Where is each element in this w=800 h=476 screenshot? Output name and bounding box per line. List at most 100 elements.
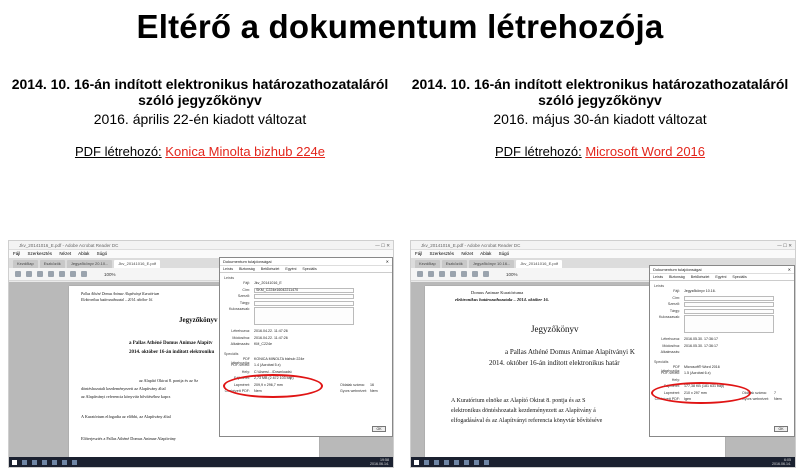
tab-home[interactable]: Kezdőlap [415,260,440,268]
subject-field[interactable] [684,308,774,314]
menu-item[interactable]: Szerkesztés [28,251,53,256]
left-creator: PDF létrehozó: Konica Minolta bizhub 224… [0,144,400,159]
next-page-icon[interactable] [59,271,65,277]
author-field[interactable] [254,294,354,299]
taskbar-app-icon[interactable] [22,459,27,465]
dialog-tab[interactable]: Egyéni [715,275,726,279]
taskbar-clock: 6:05 2016.06.14. [772,458,791,466]
highlight-oval [223,374,323,398]
zoom-out-icon[interactable] [81,271,87,277]
window-controls-icon[interactable]: — ☐ ✕ [375,241,390,250]
tab-tools[interactable]: Eszközök [39,260,65,268]
pdf-version-value: 1.4 (Acrobat 5.x) [254,363,281,367]
close-icon[interactable]: ✕ [386,258,389,266]
tab-document-active[interactable]: Jkv_20141016_E.pdf [516,260,562,268]
menu-item[interactable]: Nézet [59,251,71,256]
tab-document[interactable]: Jegyzőkönyv 10.16... [468,260,515,268]
menu-item[interactable]: Súgó [97,251,108,256]
page-header: Pallas Athéné Domus Animae Alapítványi K… [81,292,160,296]
left-column: 2014. 10. 16-án indított elektronikus ha… [0,76,400,159]
start-icon[interactable] [12,459,17,465]
ok-button[interactable]: OK [372,426,386,432]
menu-item[interactable]: Fájl [415,251,422,256]
dialog-tab[interactable]: Leírás [223,267,233,271]
field-label: Létrehozva: [661,337,680,341]
select-icon[interactable] [472,271,478,277]
field-label: Szerző: [667,302,680,306]
taskbar-app-icon[interactable] [52,459,57,465]
close-icon[interactable]: ✕ [788,266,791,274]
dialog-tab[interactable]: Betűkészlet [261,267,280,271]
page-line: a Pallas Athéné Domus Animae Alapítv [129,341,213,346]
page-para: elfogadásával és az Alapítványi referenc… [451,418,603,424]
start-icon[interactable] [414,459,419,465]
zoom-level[interactable]: 100% [506,272,518,277]
subject-field[interactable] [254,300,354,306]
taskbar-app-icon[interactable] [484,459,489,465]
field-label: Létrehozva: [231,329,250,333]
dialog-titlebar: Dokumentum tulajdonságai ✕ [650,266,794,274]
prev-page-icon[interactable] [450,271,456,277]
taskbar-app-icon[interactable] [424,459,429,465]
tab-document[interactable]: Jegyzőkönyv 20.10... [66,260,113,268]
tab-document-active[interactable]: Jkv_20141016_E.pdf [114,260,160,268]
page-heading: Jegyzőkönyv [531,324,579,334]
taskbar-app-icon[interactable] [32,459,37,465]
menu-item[interactable]: Ablak [78,251,89,256]
menu-item[interactable]: Súgó [499,251,510,256]
menu-item[interactable]: Nézet [461,251,473,256]
search-icon[interactable] [439,271,445,277]
left-taskbar: 19:58 2016.06.14. [9,457,393,467]
highlight-oval [651,382,751,404]
taskbar-app-icon[interactable] [474,459,479,465]
next-page-icon[interactable] [461,271,467,277]
page-para: az Alapító Okirat 8. pontja és az Sz [139,378,199,383]
page-para: A Kuratórium elfogadta az előbbi, az Ala… [81,414,171,419]
taskbar-app-icon[interactable] [454,459,459,465]
field-label: Módosítva: [232,335,250,340]
print-icon[interactable] [428,271,434,277]
taskbar-app-icon[interactable] [62,459,67,465]
taskbar-app-icon[interactable] [72,459,77,465]
search-icon[interactable] [37,271,43,277]
title-field[interactable] [684,295,774,301]
save-icon[interactable] [15,271,21,277]
ok-button[interactable]: OK [774,426,788,432]
fast-web-view-value: Nem [774,397,782,401]
fast-web-view-value: Nem [370,389,378,393]
zoom-level[interactable]: 100% [104,272,116,277]
taskbar-app-icon[interactable] [42,459,47,465]
zoom-out-icon[interactable] [483,271,489,277]
left-doc-title-line1: 2014. 10. 16-án indított elektronikus ha… [11,76,389,92]
window-controls-icon[interactable]: — ☐ ✕ [777,241,792,250]
dialog-tab[interactable]: Leírás [653,275,663,279]
page-header: Domus Animae Kuratóriuma [471,290,524,295]
select-icon[interactable] [70,271,76,277]
page-para: döntéshozatalt kezdeményezett az Alapítv… [81,386,166,391]
save-icon[interactable] [417,271,423,277]
keywords-field[interactable] [254,307,354,325]
menu-item[interactable]: Szerkesztés [430,251,455,256]
author-field[interactable] [684,302,774,307]
application-value: KM_C224e [254,342,272,346]
menu-item[interactable]: Fájl [13,251,20,256]
right-taskbar: 6:05 2016.06.14. [411,457,795,467]
keywords-field[interactable] [684,315,774,333]
taskbar-app-icon[interactable] [434,459,439,465]
dialog-tab[interactable]: Speciális [302,267,316,271]
print-icon[interactable] [26,271,32,277]
dialog-tab[interactable]: Speciális [732,275,746,279]
tab-home[interactable]: Kezdőlap [13,260,38,268]
dialog-tab[interactable]: Egyéni [285,267,296,271]
taskbar-app-icon[interactable] [464,459,469,465]
right-column: 2014. 10. 16-án indított elektronikus ha… [400,76,800,159]
left-doc-title-line2: szóló jegyzőkönyv [138,92,262,108]
tab-tools[interactable]: Eszközök [441,260,467,268]
menu-item[interactable]: Ablak [480,251,491,256]
dialog-tab[interactable]: Betűkészlet [691,275,710,279]
taskbar-app-icon[interactable] [444,459,449,465]
field-label: Fájl: [673,289,680,293]
prev-page-icon[interactable] [48,271,54,277]
dialog-tab[interactable]: Biztonság [669,275,685,279]
dialog-tab[interactable]: Biztonság [239,267,255,271]
